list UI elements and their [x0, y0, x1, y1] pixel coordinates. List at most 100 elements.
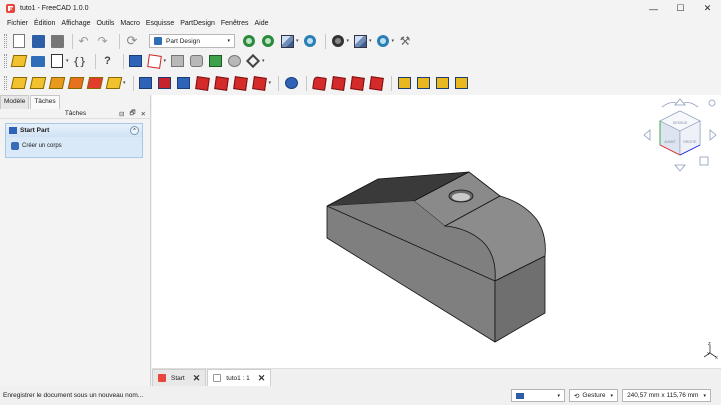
navcube-arrow-right[interactable] [709, 129, 717, 141]
navcube-arrow-left[interactable] [643, 129, 651, 141]
std-views-button[interactable] [352, 33, 368, 49]
pad-button[interactable] [10, 75, 28, 91]
measure-button[interactable] [302, 33, 318, 49]
subtractive-loft-button[interactable] [195, 75, 211, 91]
navcube-menu-button[interactable] [708, 99, 716, 107]
fit-all-button[interactable] [241, 33, 257, 49]
tab-taches[interactable]: Tâches [30, 95, 60, 109]
open-document-button[interactable] [30, 33, 46, 49]
workbench-selector[interactable]: Part Design ▾ [149, 34, 235, 48]
link-button[interactable] [49, 53, 65, 69]
variable-set-button[interactable]: {} [72, 53, 88, 69]
toolbar-grip[interactable] [4, 76, 7, 90]
menu-fenetres[interactable]: Fenêtres [218, 20, 252, 27]
subtractive-pipe-button[interactable] [214, 75, 230, 91]
draft-button[interactable] [349, 75, 365, 91]
zoom-button[interactable] [375, 33, 391, 49]
redo-button[interactable]: ↷ [96, 33, 112, 49]
chamfer-button[interactable] [330, 75, 346, 91]
tab-start[interactable]: Start ✕ [152, 369, 207, 386]
subtractive-helix-button[interactable] [233, 75, 249, 91]
pipe-button[interactable] [67, 75, 85, 91]
subtractive-primitive-button[interactable] [252, 75, 268, 91]
taskbox-collapse-button[interactable]: ⌃ [130, 126, 139, 135]
navigation-cube[interactable]: DESSUS AVANT DROITE [643, 98, 717, 172]
validate-sketch-button[interactable] [169, 53, 185, 69]
toolbar-grip[interactable] [4, 54, 7, 68]
menu-edition[interactable]: Édition [31, 20, 58, 27]
dimension-display[interactable]: 240,57 mm x 115,76 mm ▾ [622, 389, 711, 402]
chevron-down-icon[interactable]: ▾ [392, 38, 395, 44]
gesture-icon: ⟲ [573, 392, 580, 400]
boolean-button[interactable] [283, 75, 299, 91]
multi-transform-button[interactable] [453, 75, 469, 91]
fit-selection-button[interactable] [260, 33, 276, 49]
tab-modele[interactable]: Modèle [0, 95, 30, 109]
clone-button[interactable] [226, 53, 242, 69]
create-part-button[interactable] [10, 53, 28, 69]
check-geometry-button[interactable] [188, 53, 204, 69]
refresh-button[interactable]: ⟳ [124, 33, 140, 49]
thickness-button[interactable] [368, 75, 384, 91]
panel-float-button[interactable]: 🗗 [129, 109, 135, 120]
menu-aide[interactable]: Aide [252, 20, 272, 27]
mirrored-button[interactable] [396, 75, 412, 91]
close-button[interactable]: ✕ [694, 0, 721, 17]
linear-pattern-button[interactable] [415, 75, 431, 91]
menu-outils[interactable]: Outils [93, 20, 117, 27]
tool-button[interactable]: ⚒ [397, 33, 413, 49]
chevron-down-icon[interactable]: ▾ [164, 58, 167, 64]
view-iso-button[interactable] [279, 33, 295, 49]
shape-binder-button[interactable] [207, 53, 223, 69]
minimize-button[interactable]: — [640, 0, 667, 17]
undo-button[interactable]: ↶ [77, 33, 93, 49]
chevron-down-icon[interactable]: ▾ [262, 58, 265, 64]
datum-button[interactable] [245, 53, 261, 69]
tab-tuto1[interactable]: tuto1 : 1 ✕ [207, 369, 272, 386]
chevron-down-icon[interactable]: ▾ [347, 38, 350, 44]
menu-esquisse[interactable]: Esquisse [143, 20, 177, 27]
new-document-button[interactable] [11, 33, 27, 49]
taskbox-header: Start Part ⌃ [6, 124, 142, 137]
unit-system-selector[interactable]: ▾ [511, 389, 565, 402]
chevron-down-icon[interactable]: ▾ [66, 58, 69, 64]
draw-style-button[interactable] [330, 33, 346, 49]
polar-pattern-button[interactable] [434, 75, 450, 91]
create-body-action[interactable]: Créer un corps [6, 137, 142, 150]
revolution-button[interactable] [29, 75, 47, 91]
chevron-down-icon[interactable]: ▾ [369, 38, 372, 44]
draw-style-icon [331, 35, 344, 47]
chevron-down-icon[interactable]: ▾ [269, 80, 272, 86]
panel-collapse-button[interactable]: ⊟ [119, 110, 124, 118]
navcube-arrow-up[interactable] [674, 98, 686, 106]
toolbar-grip[interactable] [4, 34, 7, 48]
save-document-button[interactable] [49, 33, 65, 49]
menu-fichier[interactable]: Fichier [4, 20, 31, 27]
navcube-rotate-right[interactable] [683, 102, 699, 108]
fillet-button[interactable] [311, 75, 327, 91]
helix-button[interactable] [86, 75, 104, 91]
tab-tuto1-close-button[interactable]: ✕ [258, 373, 266, 384]
pocket-button[interactable] [138, 75, 154, 91]
loft-button[interactable] [48, 75, 66, 91]
hole-button[interactable] [157, 75, 173, 91]
menu-affichage[interactable]: Affichage [58, 20, 93, 27]
groove-button[interactable] [176, 75, 192, 91]
whats-this-button[interactable]: ? [100, 53, 116, 69]
chevron-down-icon[interactable]: ▾ [296, 38, 299, 44]
navcube-view-menu[interactable] [699, 156, 709, 166]
create-group-button[interactable] [30, 53, 46, 69]
navcube-rotate-left[interactable] [661, 102, 677, 108]
3d-viewport[interactable]: DESSUS AVANT DROITE Z Y X [152, 95, 721, 368]
tab-start-close-button[interactable]: ✕ [193, 373, 201, 384]
additive-primitive-button[interactable] [105, 75, 123, 91]
menu-partdesign[interactable]: PartDesign [177, 20, 218, 27]
maximize-button[interactable]: ☐ [667, 0, 694, 17]
navcube-arrow-down[interactable] [674, 164, 686, 172]
panel-close-button[interactable]: ✕ [141, 110, 146, 118]
navigation-style-selector[interactable]: ⟲ Gesture ▾ [568, 389, 619, 402]
create-sketch-button[interactable] [147, 53, 163, 69]
create-body-button[interactable] [128, 53, 144, 69]
menu-macro[interactable]: Macro [117, 20, 142, 27]
chevron-down-icon[interactable]: ▾ [123, 80, 126, 86]
